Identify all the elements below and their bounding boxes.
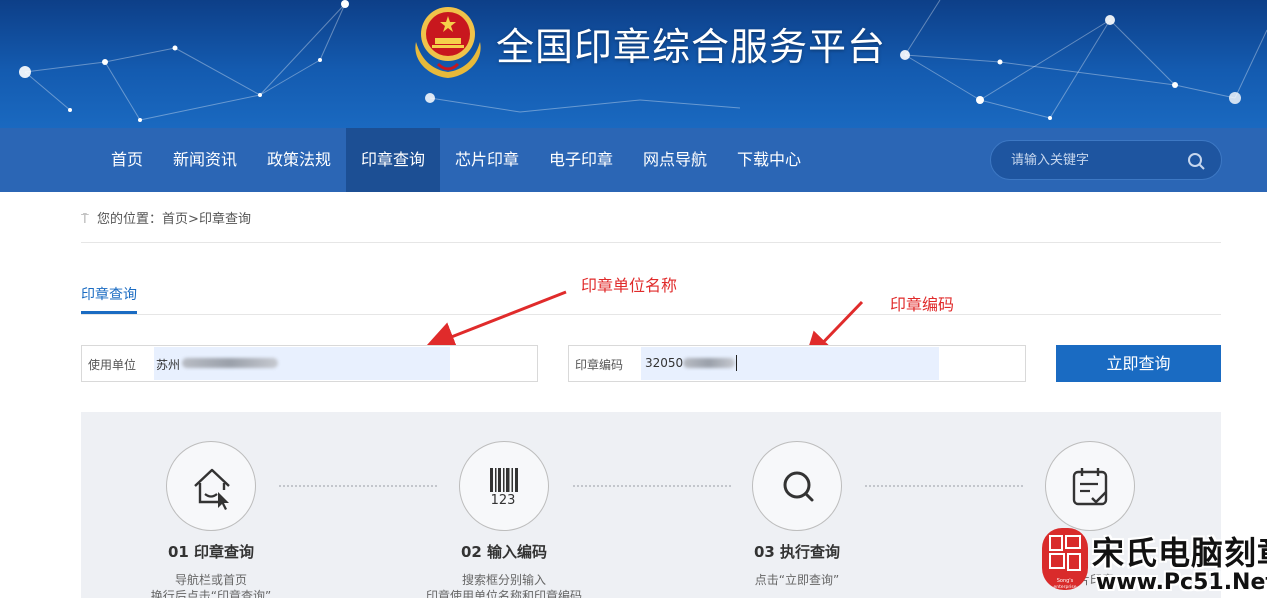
- nav-item-home[interactable]: 首页: [96, 128, 158, 192]
- step-4-icon-circle: [1045, 441, 1135, 531]
- breadcrumb: ⍑ 您的位置：首页>印章查询: [81, 208, 251, 227]
- unit-name-field[interactable]: 使用单位 苏州: [81, 345, 538, 382]
- watermark-text: 宋氏电脑刻章: [1092, 534, 1267, 572]
- step-2-desc: 搜索框分别输入 印章使用单位名称和印章编码: [394, 572, 614, 598]
- step-connector: [865, 485, 1023, 487]
- step-3-icon-circle: [752, 441, 842, 531]
- breadcrumb-separator: >: [188, 212, 199, 227]
- tab-seal-query[interactable]: 印章查询: [81, 284, 137, 304]
- nav-item-news[interactable]: 新闻资讯: [158, 128, 252, 192]
- step-1-title: 01 印章查询: [167, 543, 255, 561]
- unit-name-label: 使用单位: [88, 358, 137, 372]
- watermark-url: www.Pc51.Net: [1096, 570, 1267, 595]
- search-icon: [783, 471, 814, 502]
- nav-item-chip-seal[interactable]: 芯片印章: [440, 128, 534, 192]
- query-now-button[interactable]: 立即查询: [1056, 345, 1221, 382]
- seal-logo-icon: Song's enterprise: [1049, 535, 1081, 590]
- step-3-title: 03 执行查询: [753, 543, 841, 561]
- seal-code-field[interactable]: 印章编码 32050: [568, 345, 1026, 382]
- annotation-unit-name: 印章单位名称: [581, 276, 678, 295]
- svg-text:Song's: Song's: [1057, 578, 1074, 584]
- divider: [81, 314, 1221, 315]
- breadcrumb-current: 印章查询: [198, 212, 251, 227]
- step-3-desc-line-1: 点击“立即查询”: [754, 573, 840, 587]
- step-connector: [279, 485, 437, 487]
- barcode-icon: 123: [490, 468, 518, 508]
- step-1-desc-line-2: 换行后点击“印章查询”: [150, 589, 272, 598]
- step-connector: [573, 485, 731, 487]
- divider: [81, 242, 1221, 243]
- site-title: 全国印章综合服务平台: [496, 25, 887, 69]
- seal-code-value[interactable]: 32050: [645, 356, 683, 370]
- nav-item-e-seal[interactable]: 电子印章: [534, 128, 628, 192]
- search-input[interactable]: [1011, 149, 1181, 171]
- header-banner: 全国印章综合服务平台: [0, 0, 1267, 128]
- seal-code-label: 印章编码: [575, 358, 624, 372]
- step-1-icon-circle: [166, 441, 256, 531]
- search-icon[interactable]: [1185, 150, 1207, 172]
- unit-name-value[interactable]: 苏州: [156, 356, 180, 373]
- breadcrumb-prefix: 您的位置：: [97, 212, 163, 227]
- redacted-text: [182, 358, 278, 368]
- step-2-title: 02 输入编码: [460, 543, 548, 561]
- watermark: Song's enterprise 宋氏电脑刻章 www.Pc51.Net: [1038, 524, 1267, 598]
- redacted-text: [683, 358, 735, 368]
- breadcrumb-home-link[interactable]: 首页: [162, 212, 188, 227]
- text-caret: [736, 355, 737, 371]
- national-emblem-icon: [415, 7, 481, 78]
- barcode-number: 123: [491, 493, 516, 508]
- step-2-desc-line-2: 印章使用单位名称和印章编码: [425, 589, 582, 598]
- step-1-desc: 导航栏或首页 换行后点击“印章查询”: [101, 572, 321, 598]
- nav-item-policy[interactable]: 政策法规: [252, 128, 346, 192]
- watermark-seal-logo: Song's enterprise: [1042, 528, 1088, 590]
- home-cursor-icon: [194, 468, 230, 510]
- calendar-check-icon: [1072, 468, 1108, 506]
- step-1-desc-line-1: 导航栏或首页: [174, 573, 247, 587]
- location-pin-icon: ⍑: [81, 212, 89, 227]
- annotation-seal-code: 印章编码: [890, 295, 955, 314]
- nav-item-downloads[interactable]: 下载中心: [722, 128, 816, 192]
- page: 全国印章综合服务平台 首页 新闻资讯 政策法规 印章查询 芯片印章 电子印章 网…: [0, 0, 1267, 598]
- nav-item-seal-query[interactable]: 印章查询: [346, 128, 440, 192]
- arrow-to-unit-field: [424, 290, 567, 351]
- svg-text:enterprise: enterprise: [1053, 584, 1076, 590]
- step-3-desc: 点击“立即查询”: [687, 572, 907, 588]
- main-nav: 首页 新闻资讯 政策法规 印章查询 芯片印章 电子印章 网点导航 下载中心: [0, 128, 1267, 192]
- nav-item-outlet-nav[interactable]: 网点导航: [628, 128, 722, 192]
- step-2-icon-circle: 123: [459, 441, 549, 531]
- step-2-desc-line-1: 搜索框分别输入: [461, 573, 546, 587]
- nav-search-box: [990, 140, 1222, 180]
